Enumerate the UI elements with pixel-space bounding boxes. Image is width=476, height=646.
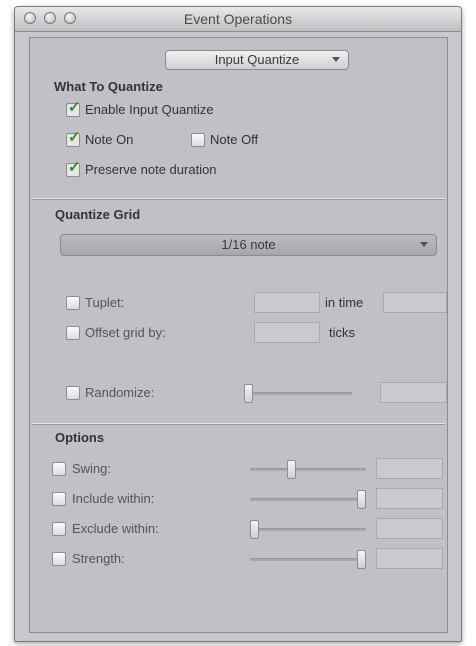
chevron-down-icon	[332, 57, 340, 62]
note-off-checkbox[interactable]	[191, 133, 205, 147]
event-operations-window: Event Operations Input Quantize What To …	[14, 6, 462, 642]
strength-value-field[interactable]	[376, 548, 443, 569]
include-within-slider-thumb[interactable]	[357, 490, 366, 509]
options-title: Options	[55, 430, 105, 445]
what-to-quantize-title: What To Quantize	[54, 79, 163, 94]
exclude-within-slider-track[interactable]	[250, 520, 366, 539]
grid-value: 1/16 note	[221, 237, 276, 252]
exclude-within-value-field[interactable]	[376, 518, 443, 539]
quantize-grid-title: Quantize Grid	[55, 207, 141, 222]
note-on-checkbox[interactable]: ✓	[66, 129, 81, 147]
include-within-label: Include within:	[72, 491, 155, 506]
note-on-label: Note On	[85, 132, 134, 147]
randomize-label: Randomize:	[85, 385, 155, 400]
tuplet-time-field[interactable]	[383, 292, 447, 313]
swing-slider-thumb[interactable]	[287, 460, 296, 479]
randomize-checkbox[interactable]	[66, 386, 80, 400]
offset-grid-checkbox[interactable]	[66, 326, 80, 340]
title-bar[interactable]: Event Operations	[15, 7, 461, 32]
tuplet-checkbox[interactable]	[66, 296, 80, 310]
enable-input-quantize-label: Enable Input Quantize	[85, 102, 214, 117]
swing-label: Swing:	[72, 461, 112, 476]
randomize-slider-track[interactable]	[244, 384, 352, 403]
operation-select-value: Input Quantize	[214, 52, 300, 67]
checkmark-icon: ✓	[68, 129, 81, 146]
exclude-within-label: Exclude within:	[72, 521, 159, 536]
section-divider	[32, 198, 445, 200]
strength-label: Strength:	[72, 551, 125, 566]
swing-checkbox[interactable]	[52, 462, 66, 476]
strength-slider-track[interactable]	[250, 550, 366, 569]
section-divider	[32, 423, 445, 425]
strength-checkbox[interactable]	[52, 552, 66, 566]
window-title: Event Operations	[183, 11, 293, 27]
strength-slider-thumb[interactable]	[357, 550, 366, 569]
checkmark-icon: ✓	[68, 99, 81, 116]
tuplet-label: Tuplet:	[85, 295, 125, 310]
grid-value-select[interactable]: 1/16 note	[60, 234, 437, 256]
swing-slider-track[interactable]	[250, 460, 366, 479]
tuplet-in-time-label: in time	[325, 295, 364, 310]
offset-ticks-label: ticks	[329, 325, 355, 340]
preserve-note-duration-checkbox[interactable]: ✓	[66, 159, 81, 177]
randomize-slider-thumb[interactable]	[244, 384, 253, 403]
randomize-value-field[interactable]	[380, 382, 447, 403]
include-within-value-field[interactable]	[376, 488, 443, 509]
preserve-note-duration-label: Preserve note duration	[85, 162, 217, 177]
note-off-label: Note Off	[210, 132, 259, 147]
enable-input-quantize-checkbox[interactable]: ✓	[66, 99, 81, 117]
include-within-checkbox[interactable]	[52, 492, 66, 506]
tuplet-count-field[interactable]	[254, 292, 320, 313]
include-within-slider-track[interactable]	[250, 490, 366, 509]
operation-select[interactable]: Input Quantize	[165, 50, 349, 70]
chevron-down-icon	[420, 242, 428, 247]
exclude-within-slider-thumb[interactable]	[250, 520, 259, 539]
swing-value-field[interactable]	[376, 458, 443, 479]
checkmark-icon: ✓	[68, 159, 81, 176]
content-panel: Input Quantize What To Quantize ✓ Enable…	[29, 37, 448, 633]
offset-grid-label: Offset grid by:	[85, 325, 166, 340]
offset-ticks-field[interactable]	[254, 322, 320, 343]
exclude-within-checkbox[interactable]	[52, 522, 66, 536]
